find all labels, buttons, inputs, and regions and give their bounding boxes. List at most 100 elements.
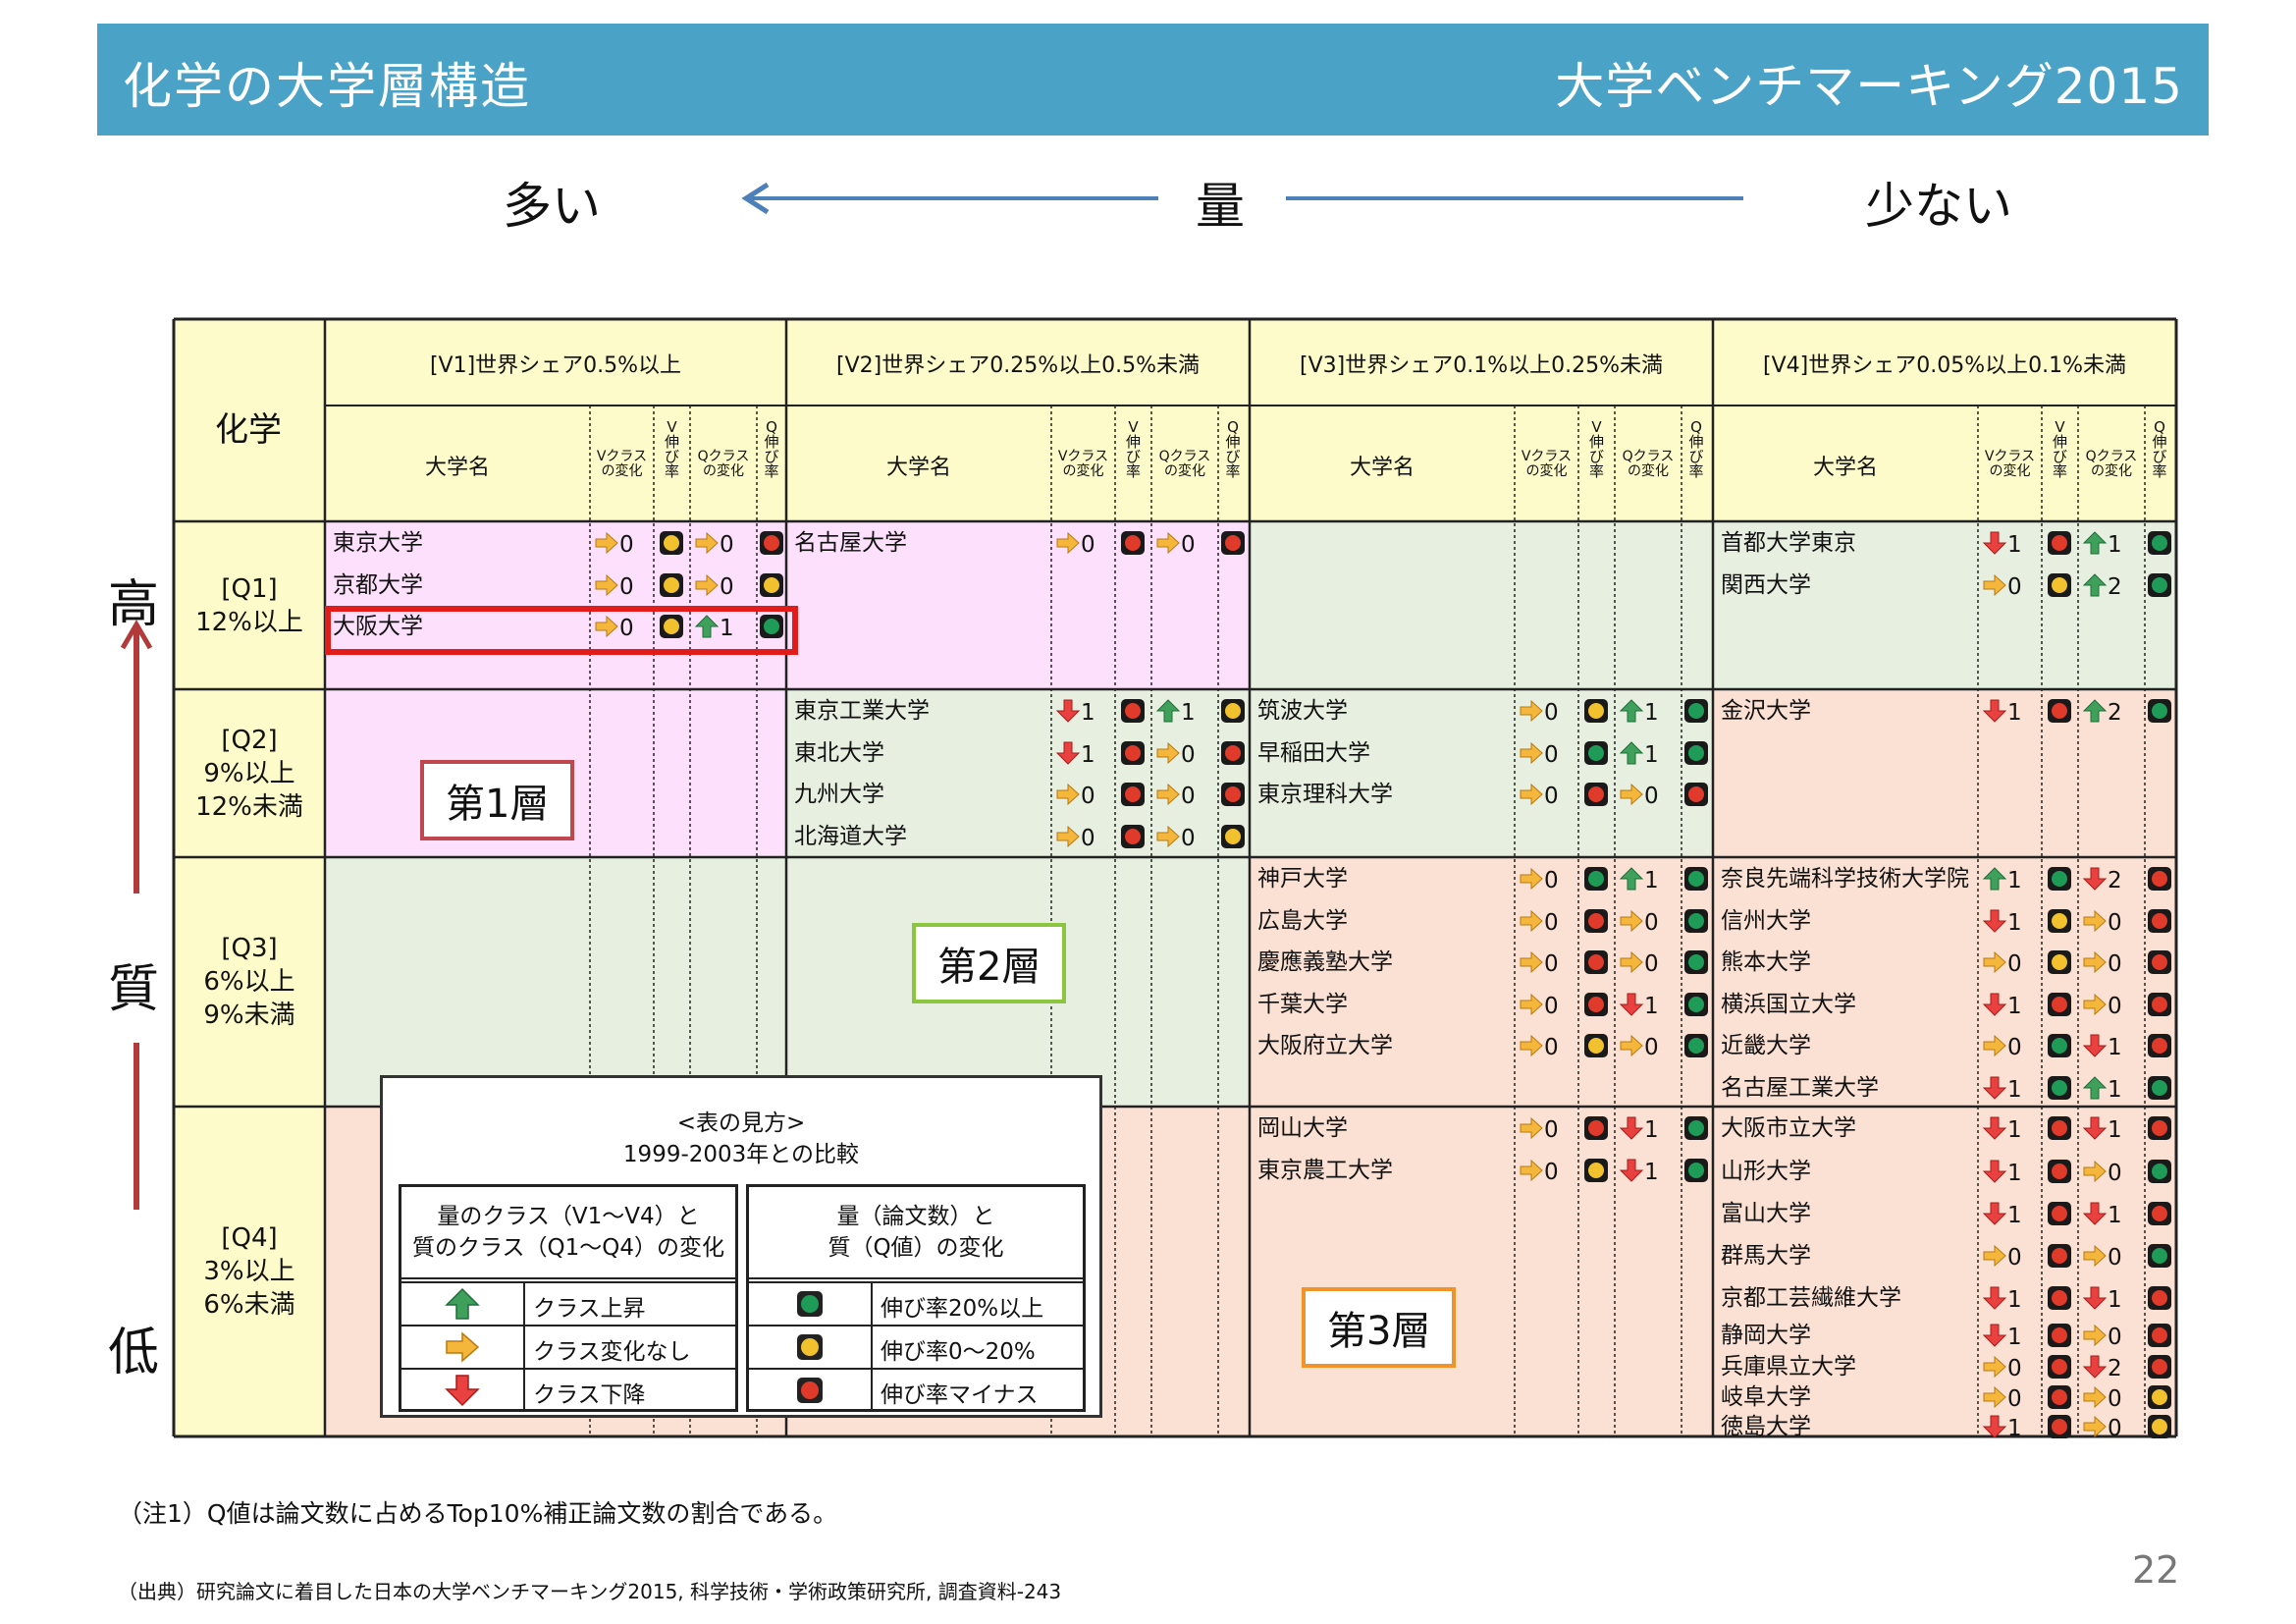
row-label-line: 12%以上 [195, 607, 303, 637]
row-label-line: 12%未満 [195, 791, 303, 822]
class-change-value: 0 [2007, 573, 2022, 600]
q-class-change: 1 [2082, 530, 2122, 560]
sub-header-text: Qクラス [1622, 449, 1675, 464]
yellow-lamp-icon [1584, 699, 1608, 727]
red-lamp-icon [1584, 950, 1608, 978]
class-change-value: 0 [2007, 1386, 2022, 1412]
university-name: 名古屋大学 [794, 530, 907, 556]
column-header-v1: [V1]世界シェア0.5%以上 [429, 353, 682, 378]
green-lamp-icon [2148, 699, 2171, 727]
q-rate-header: Q伸び率 [763, 420, 780, 479]
q-class-change: 0 [1155, 782, 1196, 811]
v-class-change: 1 [1982, 1115, 2022, 1145]
row-label-q3: [Q3] 6%以上 9%未満 [174, 932, 325, 1032]
red-lamp-icon [2148, 992, 2171, 1020]
legend-rate-header-line-2: 質（Q値）の変化 [828, 1235, 1004, 1261]
class-change-value: 1 [1644, 1159, 1659, 1185]
q-class-change: 1 [1619, 740, 1659, 770]
q-class-change: 0 [2082, 908, 2122, 938]
q-class-change: 0 [1619, 908, 1659, 938]
red-down-arrow-icon [1982, 1159, 2007, 1188]
red-lamp-icon [2148, 1355, 2171, 1382]
sub-header-text: Vクラス [1984, 449, 2036, 464]
v-class-change: 0 [1982, 1354, 2022, 1383]
layer-2-label: 第2層 [912, 923, 1067, 1003]
green-lamp-icon [2148, 1160, 2171, 1187]
class-change-value: 0 [1644, 1035, 1659, 1060]
university-name: 群馬大学 [1721, 1243, 1811, 1269]
red-lamp-icon [1584, 908, 1608, 937]
v-rate-header: V伸び率 [2052, 420, 2069, 479]
red-down-arrow-icon [1982, 992, 2007, 1021]
orange-right-arrow-icon [1619, 908, 1644, 938]
v-class-change: 0 [1519, 866, 1559, 895]
yellow-lamp-icon [1221, 824, 1245, 852]
university-name: 岡山大学 [1257, 1115, 1348, 1141]
red-lamp-icon [1121, 740, 1145, 769]
q-class-change: 2 [2082, 698, 2122, 728]
row-label-q2: [Q2] 9%以上 12%未満 [174, 724, 325, 824]
red-lamp-icon [1221, 783, 1245, 810]
row-label-q1: [Q1] 12%以上 [174, 572, 325, 639]
sub-header-text: の変化 [1628, 463, 1669, 479]
class-change-value: 0 [2108, 1161, 2122, 1186]
red-lamp-icon [2148, 908, 2171, 937]
orange-right-arrow-icon [1519, 1158, 1544, 1187]
green-lamp-icon [1684, 740, 1708, 769]
class-change-value: 1 [1081, 700, 1095, 726]
orange-right-arrow-icon [594, 530, 619, 560]
v-class-change: 1 [1982, 1414, 2022, 1443]
red-lamp-icon [1684, 783, 1708, 810]
sub-header-text: Vクラス [1521, 449, 1573, 464]
red-down-arrow-icon [2082, 1033, 2108, 1062]
v-rate-header: V伸び率 [1588, 420, 1606, 479]
legend-class-header: 量のクラス（V1～V4）と 質のクラス（Q1～Q4）の変化 [401, 1187, 735, 1279]
university-name: 京都工芸繊維大学 [1721, 1285, 1901, 1311]
class-change-value: 0 [1081, 784, 1095, 809]
red-down-arrow-icon [1982, 908, 2007, 938]
class-change-value: 1 [1644, 993, 1659, 1019]
legend-row-down: クラス下降 [401, 1368, 735, 1411]
class-change-value: 0 [2108, 1416, 2122, 1441]
yellow-lamp-icon [2048, 950, 2071, 978]
class-change-value: 0 [1181, 532, 1196, 558]
red-down-arrow-icon [1619, 1158, 1644, 1187]
yellow-lamp-icon [2048, 908, 2071, 937]
legend-title-line-2: 1999-2003年との比較 [622, 1142, 860, 1167]
orange-right-arrow-icon [1982, 572, 2007, 602]
class-change-value: 0 [1544, 741, 1559, 768]
orange-right-arrow-icon [1519, 1115, 1544, 1145]
class-change-value: 1 [1644, 741, 1659, 768]
red-lamp-icon [1584, 783, 1608, 810]
v-class-change: 0 [594, 530, 634, 560]
university-name: 広島大学 [1257, 907, 1348, 934]
green-up-arrow-icon [1619, 866, 1644, 895]
v-class-change: 0 [1982, 572, 2022, 602]
legend-class-header-line-2: 質のクラス（Q1～Q4）の変化 [411, 1235, 724, 1261]
red-lamp-icon [2148, 1034, 2171, 1061]
red-lamp-icon [2148, 1116, 2171, 1144]
orange-right-arrow-icon [1519, 908, 1544, 938]
green-up-arrow-icon [1619, 740, 1644, 770]
red-lamp-icon [2048, 1286, 2071, 1314]
v-rate-header: V伸び率 [1125, 420, 1143, 479]
v-class-change: 0 [1982, 949, 2022, 979]
orange-right-arrow-icon [2082, 1243, 2108, 1272]
class-change-value: 0 [1181, 784, 1196, 809]
q-class-header: Qクラス の変化 [1151, 450, 1218, 479]
red-down-arrow-icon [1055, 698, 1081, 728]
q-class-change: 1 [1619, 698, 1659, 728]
green-lamp-icon [749, 1283, 873, 1325]
v-class-change: 0 [1055, 824, 1095, 853]
orange-right-arrow-icon [1519, 740, 1544, 770]
green-lamp-icon [2148, 1244, 2171, 1272]
orange-right-arrow-icon [2082, 1414, 2108, 1443]
legend-rate-header-line-1: 量（論文数）と [836, 1204, 995, 1229]
university-name: 山形大学 [1721, 1159, 1811, 1184]
red-down-arrow-icon [2082, 1354, 2108, 1383]
q-class-change: 0 [1619, 782, 1659, 811]
sub-header-text: 率 [2152, 462, 2167, 480]
q-class-change: 1 [2082, 1033, 2122, 1062]
row-label-line: [Q2] [221, 725, 278, 755]
sub-header-text: 率 [664, 462, 679, 480]
